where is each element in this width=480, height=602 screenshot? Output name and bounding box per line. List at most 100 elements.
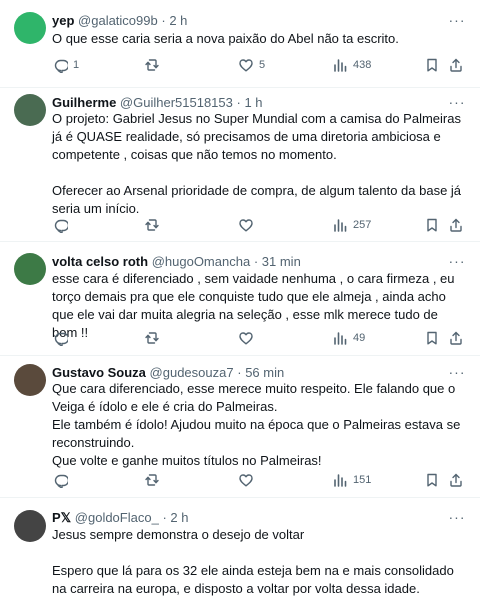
paragraph: Que cara diferenciado, esse merece muito… [52, 381, 456, 414]
share-button[interactable] [448, 56, 464, 74]
user-handle[interactable]: @hugoOmancha [152, 254, 250, 269]
paragraph: Que volte e ganhe muitos títulos no Palm… [52, 453, 322, 468]
views-icon [334, 219, 347, 232]
views-icon [334, 474, 347, 487]
separator-dot: · [161, 13, 166, 28]
display-name[interactable]: Gustavo Souza [52, 365, 146, 380]
retweet-icon [145, 59, 159, 71]
separator-dot: · [162, 510, 167, 525]
reply-count: 1 [73, 59, 80, 71]
bookmark-button[interactable] [424, 216, 440, 234]
paragraph: O que esse caria seria a nova paixão do … [52, 31, 399, 46]
like-button[interactable] [238, 216, 254, 234]
display-name[interactable]: P𝕏 [52, 510, 71, 525]
views-button[interactable]: 151 [332, 471, 371, 489]
bookmark-button[interactable] [424, 471, 440, 489]
bookmark-button[interactable] [424, 329, 440, 347]
user-handle[interactable]: @goldoFlaco_ [75, 510, 159, 525]
tweet-header: yep @galatico99b · 2 h [52, 13, 440, 29]
action-bar: 49 [52, 329, 468, 347]
more-options-icon[interactable]: ··· [448, 254, 466, 270]
like-icon [239, 474, 253, 487]
more-options-icon[interactable]: ··· [448, 365, 466, 381]
views-button[interactable]: 49 [332, 329, 365, 347]
paragraph-spacer [52, 544, 466, 562]
like-icon [239, 332, 253, 345]
views-icon [334, 59, 347, 72]
views-count: 151 [353, 474, 372, 486]
like-button[interactable]: 5 [238, 56, 265, 74]
user-handle[interactable]: @galatico99b [78, 13, 158, 28]
more-options-icon[interactable]: ··· [448, 510, 466, 526]
tweet[interactable]: Guilherme @Guilher51518153 · 1 h ··· O p… [0, 88, 480, 242]
action-bar: 1 5 438 [52, 56, 468, 74]
user-handle[interactable]: @gudesouza7 [150, 365, 234, 380]
views-button[interactable]: 438 [332, 56, 371, 74]
paragraph: O projeto: Gabriel Jesus no Super Mundia… [52, 111, 461, 162]
action-bar: 151 [52, 471, 468, 489]
tweet[interactable]: volta celso roth @hugoOmancha · 31 min ·… [0, 242, 480, 356]
timestamp[interactable]: 2 h [169, 13, 187, 28]
views-button[interactable]: 257 [332, 216, 371, 234]
avatar[interactable] [14, 364, 46, 396]
tweet-header: P𝕏 @goldoFlaco_ · 2 h [52, 510, 440, 526]
display-name[interactable]: yep [52, 13, 74, 28]
share-icon [450, 218, 462, 232]
separator-dot: · [236, 95, 241, 110]
retweet-button[interactable] [144, 329, 160, 347]
share-button[interactable] [448, 329, 464, 347]
like-button[interactable] [238, 471, 254, 489]
bookmark-icon [427, 58, 437, 72]
like-button[interactable] [238, 329, 254, 347]
avatar[interactable] [14, 12, 46, 44]
tweet[interactable]: P𝕏 @goldoFlaco_ · 2 h ··· Jesus sempre d… [0, 498, 480, 602]
share-button[interactable] [448, 216, 464, 234]
timestamp[interactable]: 56 min [245, 365, 284, 380]
tweet-text: Jesus sempre demonstra o desejo de volta… [52, 526, 466, 598]
retweet-icon [145, 332, 159, 344]
share-icon [450, 331, 462, 345]
more-options-icon[interactable]: ··· [448, 95, 466, 111]
like-icon [239, 219, 253, 232]
bookmark-icon [427, 218, 437, 232]
avatar[interactable] [14, 94, 46, 126]
share-button[interactable] [448, 471, 464, 489]
avatar[interactable] [14, 510, 46, 542]
reply-button[interactable] [52, 216, 68, 234]
reply-icon [54, 332, 68, 346]
user-handle[interactable]: @Guilher51518153 [120, 95, 233, 110]
retweet-button[interactable] [144, 216, 160, 234]
reply-feed: yep @galatico99b · 2 h ··· O que esse ca… [0, 0, 480, 602]
bookmark-icon [427, 331, 437, 345]
display-name[interactable]: volta celso roth [52, 254, 148, 269]
bookmark-button[interactable] [424, 56, 440, 74]
timestamp[interactable]: 1 h [244, 95, 262, 110]
retweet-icon [145, 474, 159, 486]
reply-icon [54, 219, 68, 233]
share-icon [450, 58, 462, 72]
display-name[interactable]: Guilherme [52, 95, 116, 110]
retweet-button[interactable] [144, 56, 160, 74]
reply-button[interactable] [52, 329, 68, 347]
tweet-header: Gustavo Souza @gudesouza7 · 56 min [52, 365, 440, 381]
tweet[interactable]: Gustavo Souza @gudesouza7 · 56 min ··· Q… [0, 356, 480, 498]
more-options-icon[interactable]: ··· [448, 13, 466, 29]
like-count: 5 [259, 59, 266, 71]
paragraph: Ele também é ídolo! Ajudou muito na époc… [52, 417, 461, 450]
retweet-button[interactable] [144, 471, 160, 489]
reply-button[interactable]: 1 [52, 56, 79, 74]
like-icon [239, 59, 253, 72]
avatar[interactable] [14, 253, 46, 285]
tweet-text: O projeto: Gabriel Jesus no Super Mundia… [52, 110, 466, 218]
tweet-header: volta celso roth @hugoOmancha · 31 min [52, 254, 440, 270]
reply-icon [54, 59, 68, 73]
timestamp[interactable]: 2 h [170, 510, 188, 525]
reply-button[interactable] [52, 471, 68, 489]
action-bar: 257 [52, 216, 468, 234]
timestamp[interactable]: 31 min [262, 254, 301, 269]
views-count: 438 [353, 59, 372, 71]
paragraph: Espero que lá para os 32 ele ainda estej… [52, 563, 454, 596]
tweet[interactable]: yep @galatico99b · 2 h ··· O que esse ca… [0, 0, 480, 88]
paragraph-spacer [52, 164, 466, 182]
tweet-text: Que cara diferenciado, esse merece muito… [52, 380, 466, 470]
